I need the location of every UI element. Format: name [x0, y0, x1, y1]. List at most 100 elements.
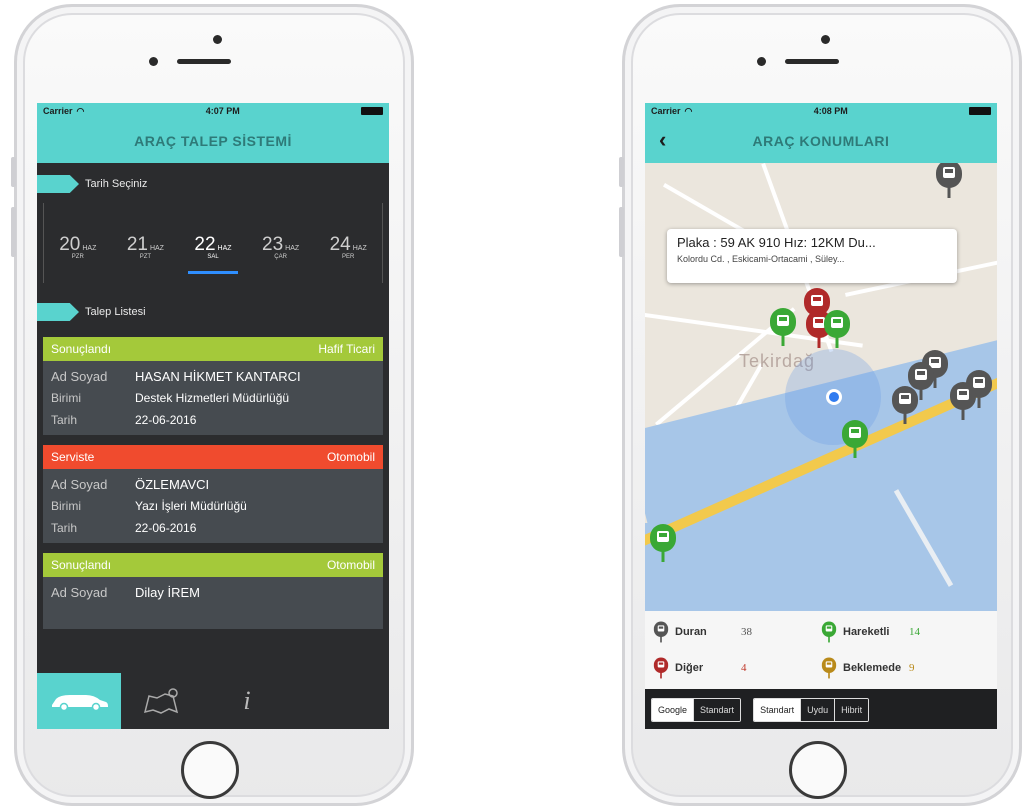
- info-icon: i: [243, 686, 251, 715]
- name-label: Ad Soyad: [51, 584, 108, 600]
- tab-map[interactable]: [121, 673, 205, 729]
- date-month: HAZ: [82, 245, 97, 252]
- date-item[interactable]: 23 HAZ ÇAR: [252, 234, 310, 260]
- legend-item: Beklemede 9: [821, 653, 989, 683]
- tab-info[interactable]: i: [205, 673, 289, 729]
- legend-count: 38: [741, 626, 752, 638]
- name-value: HASAN HİKMET KANTARCI: [135, 368, 301, 384]
- mute-switch: [11, 157, 16, 187]
- date-section-label: Tarih Seçiniz: [85, 178, 148, 190]
- date-item[interactable]: 21 HAZ PZT: [116, 234, 174, 260]
- home-button: [789, 741, 847, 799]
- request-card[interactable]: Sonuçlandı Otomobil Ad Soyad Dilay İREM: [43, 553, 383, 629]
- date-number: 20: [59, 234, 81, 255]
- unit-label: Birimi: [51, 499, 81, 513]
- phone-frame-left: Carrier ◠ 4:07 PM ARAÇ TALEP SİSTEMİ Tari…: [11, 4, 414, 806]
- segment-uydu[interactable]: Uydu: [800, 699, 835, 721]
- map-sea: [645, 523, 997, 611]
- callout-plate: Plaka : 59 AK 910 Hız: 12KM Du...: [677, 235, 876, 250]
- request-status-bar: Serviste Otomobil: [43, 445, 383, 469]
- front-camera: [213, 35, 222, 44]
- request-status: Sonuçlandı: [51, 558, 112, 572]
- legend-label: Diğer: [675, 662, 704, 674]
- back-chevron-icon[interactable]: ‹: [659, 129, 666, 151]
- vehicle-pin-stopped[interactable]: [891, 385, 919, 425]
- tab-requests[interactable]: [37, 673, 121, 729]
- date-month: HAZ: [285, 245, 300, 252]
- earpiece-speaker: [177, 59, 231, 64]
- legend-item: Hareketli 14: [821, 617, 989, 647]
- request-details: Ad Soyad HASAN HİKMET KANTARCI Birimi Dest…: [43, 361, 383, 435]
- flag-icon: [37, 303, 79, 321]
- earpiece-speaker: [785, 59, 839, 64]
- wifi-icon: ◠: [684, 105, 693, 116]
- segment-standart[interactable]: Standart: [693, 699, 741, 721]
- unit-value: Yazı İşleri Müdürlüğü: [135, 499, 247, 513]
- vehicle-pin-stopped[interactable]: [935, 163, 963, 199]
- clock: 4:08 PM: [813, 106, 848, 116]
- date-item[interactable]: 20 HAZ PZR: [49, 234, 107, 260]
- date-item-selected[interactable]: 22 HAZ SAL: [184, 234, 242, 274]
- car-icon: [52, 695, 108, 712]
- vehicle-type: Otomobil: [326, 558, 375, 572]
- date-value: 22-06-2016: [135, 521, 197, 535]
- vehicle-callout[interactable]: Plaka : 59 AK 910 Hız: 12KM Du... Kolord…: [667, 229, 957, 283]
- mute-switch: [619, 157, 624, 187]
- request-card[interactable]: Serviste Otomobil Ad Soyad ÖZLEMAVCI Biri…: [43, 445, 383, 543]
- date-item[interactable]: 24 HAZ PER: [319, 234, 377, 260]
- date-month: HAZ: [217, 245, 232, 252]
- vehicle-pin-moving[interactable]: [841, 419, 869, 459]
- wifi-icon: ◠: [76, 105, 85, 116]
- page-title: ARAÇ KONUMLARI: [752, 133, 890, 149]
- map-pin-icon: [143, 688, 179, 714]
- current-location-dot: [826, 389, 842, 405]
- map-type-toggle[interactable]: Standart Uydu Hibrit: [753, 698, 870, 722]
- date-weekday: PER: [342, 254, 355, 260]
- segment-hibrit[interactable]: Hibrit: [834, 699, 869, 721]
- date-number: 23: [262, 234, 284, 255]
- vehicle-pin-moving[interactable]: [823, 309, 851, 349]
- legend-count: 14: [909, 626, 920, 638]
- legend-label: Duran: [675, 626, 707, 638]
- carrier-label: Carrier: [43, 106, 73, 116]
- battery-icon: [361, 107, 383, 115]
- proximity-sensor: [149, 57, 158, 66]
- nav-bar: ‹ ARAÇ KONUMLARI: [645, 119, 997, 163]
- name-value: ÖZLEMAVCI: [135, 476, 210, 492]
- clock: 4:07 PM: [205, 106, 240, 116]
- vehicle-type: Otomobil: [326, 450, 375, 464]
- name-label: Ad Soyad: [51, 476, 108, 492]
- legend-count: 9: [909, 662, 915, 674]
- battery-icon: [969, 107, 991, 115]
- date-label: Tarih: [51, 413, 78, 427]
- status-bar: Carrier ◠ 4:07 PM: [37, 103, 389, 119]
- nav-bar: ARAÇ TALEP SİSTEMİ: [37, 119, 389, 163]
- map-source-toggle[interactable]: Google Standart: [651, 698, 742, 722]
- vehicle-pin-stopped[interactable]: [949, 381, 977, 421]
- unit-label: Birimi: [51, 391, 81, 405]
- tab-bar: i: [37, 673, 389, 729]
- segment-google[interactable]: Google: [652, 699, 694, 721]
- date-weekday: ÇAR: [274, 254, 287, 260]
- screen-talep-sistemi: Carrier ◠ 4:07 PM ARAÇ TALEP SİSTEMİ Tari…: [37, 103, 389, 729]
- vehicle-pin-moving[interactable]: [649, 523, 677, 563]
- date-picker[interactable]: 20 HAZ PZR 21 HAZ PZT 22 HAZ SAL 23 HAZ ÇAR …: [43, 203, 383, 283]
- screen-arac-konumlari: Carrier ◠ 4:08 PM ‹ ARAÇ KONUMLARI Tekird…: [645, 103, 997, 729]
- legend-count: 4: [741, 662, 747, 674]
- date-weekday: SAL: [207, 254, 219, 260]
- vehicle-pin-moving[interactable]: [769, 307, 797, 347]
- legend-label: Hareketli: [843, 626, 890, 638]
- segment-standart[interactable]: Standart: [754, 699, 801, 721]
- legend-item: Diğer 4: [653, 653, 821, 683]
- volume-up-button: [619, 207, 624, 257]
- map-view[interactable]: Tekirdağ Plaka : 59 AK 910 Hız: 12KM Du.…: [645, 163, 997, 611]
- home-button: [181, 741, 239, 799]
- status-legend: Duran 38 Hareketli 14 Diğer 4 Beklemede …: [645, 611, 997, 689]
- request-status-bar: Sonuçlandı Hafif Ticari: [43, 337, 383, 361]
- flag-icon: [37, 175, 79, 193]
- date-number: 24: [329, 234, 351, 255]
- request-card[interactable]: Sonuçlandı Hafif Ticari Ad Soyad HASAN Hİ…: [43, 337, 383, 435]
- page-title: ARAÇ TALEP SİSTEMİ: [134, 133, 292, 149]
- request-status-bar: Sonuçlandı Otomobil: [43, 553, 383, 577]
- legend-label: Beklemede: [843, 662, 902, 674]
